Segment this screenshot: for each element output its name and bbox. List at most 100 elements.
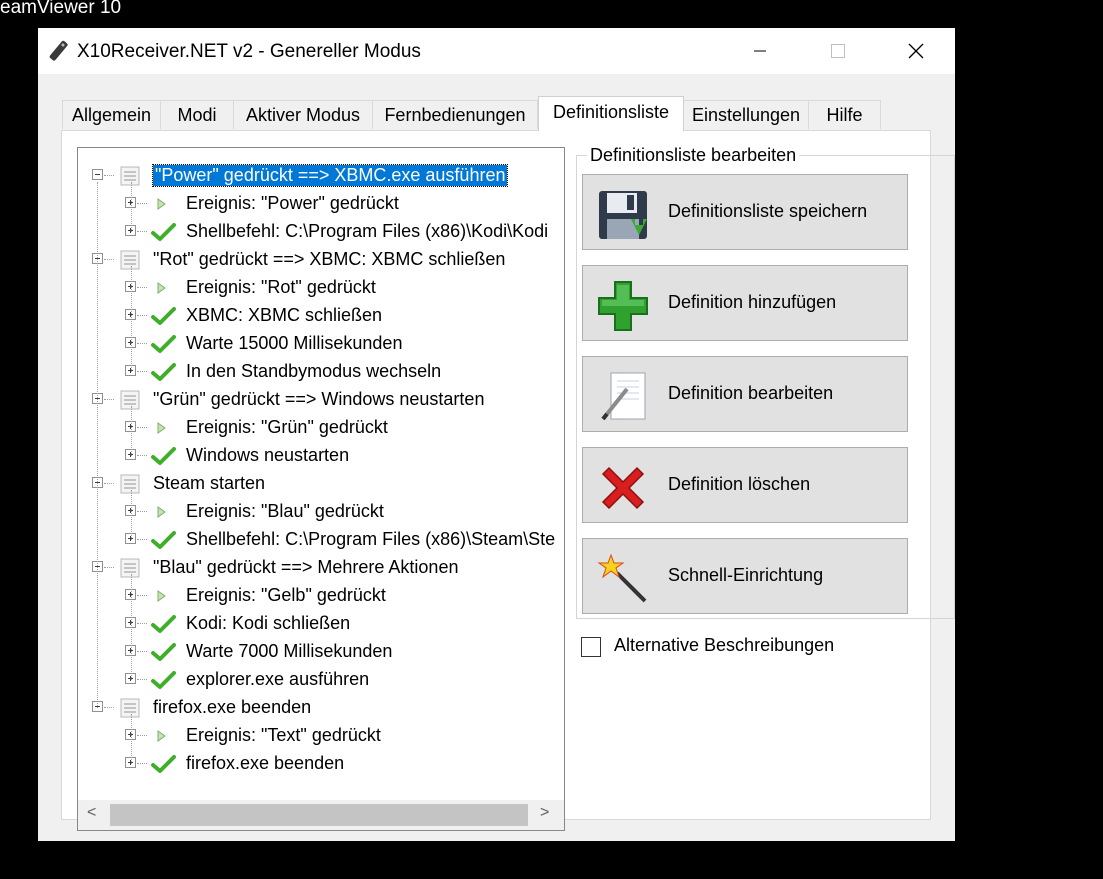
alt-descriptions-checkbox[interactable] — [581, 637, 601, 657]
remote-icon — [49, 40, 68, 61]
tree-child-node[interactable]: Ereignis: "Power" gedrückt — [78, 190, 564, 218]
tree-node[interactable]: firefox.exe beenden — [78, 694, 564, 722]
scroll-right-icon[interactable]: > — [540, 804, 549, 822]
tree-node-label: Ereignis: "Gelb" gedrückt — [186, 585, 386, 605]
title-bar[interactable]: X10Receiver.NET v2 - Genereller Modus — [38, 28, 955, 74]
scroll-thumb[interactable] — [110, 804, 528, 826]
tab-definitionsliste[interactable]: Definitionsliste — [538, 96, 684, 131]
tab-fernbedienungen[interactable]: Fernbedienungen — [372, 100, 538, 129]
tree-node-label: Ereignis: "Rot" gedrückt — [186, 277, 376, 297]
quick-setup-button[interactable]: Schnell-Einrichtung — [582, 538, 908, 614]
tree-node[interactable]: "Rot" gedrückt ==> XBMC: XBMC schließen — [78, 246, 564, 274]
tree-child-node[interactable]: XBMC: XBMC schließen — [78, 302, 564, 330]
tree-child-node[interactable]: Ereignis: "Grün" gedrückt — [78, 414, 564, 442]
tree-child-node[interactable]: firefox.exe beenden — [78, 750, 564, 778]
play-icon — [157, 422, 166, 434]
tree-child-node[interactable]: explorer.exe ausführen — [78, 666, 564, 694]
tree-connector — [131, 182, 132, 232]
edit-definition-button[interactable]: Definition bearbeiten — [582, 356, 908, 432]
tab-einstellungen[interactable]: Einstellungen — [683, 100, 809, 129]
tree-node-label: XBMC: XBMC schließen — [186, 305, 383, 325]
tree-connector — [104, 483, 114, 485]
tree-connector — [137, 427, 147, 429]
tree-node-label: firefox.exe beenden — [153, 697, 312, 717]
check-icon — [151, 447, 176, 465]
tree-connector — [104, 259, 114, 261]
tree-connector — [137, 203, 147, 205]
tree-connector — [137, 623, 147, 625]
tree-node-label: "Rot" gedrückt ==> XBMC: XBMC schließen — [153, 249, 506, 269]
scroll-left-icon[interactable]: < — [87, 804, 96, 822]
quick-setup-label: Schnell-Einrichtung — [668, 565, 824, 585]
list-icon — [120, 698, 140, 718]
edit-definition-label: Definition bearbeiten — [668, 383, 834, 403]
check-icon — [151, 531, 176, 549]
tree-node[interactable]: "Blau" gedrückt ==> Mehrere Aktionen — [78, 554, 564, 582]
tree-connector — [104, 175, 114, 177]
list-icon — [120, 558, 140, 578]
tree-node-label: Windows neustarten — [186, 445, 350, 465]
close-button[interactable] — [877, 28, 955, 74]
check-icon — [151, 223, 176, 241]
floppy-disk-icon — [599, 191, 647, 239]
tree-connector — [104, 399, 114, 401]
tree-child-node[interactable]: Warte 15000 Millisekunden — [78, 330, 564, 358]
check-icon — [151, 671, 176, 689]
tab-hilfe[interactable]: Hilfe — [808, 100, 881, 129]
collapse-icon[interactable] — [92, 169, 103, 180]
tab-aktiver-modus[interactable]: Aktiver Modus — [233, 100, 373, 129]
tree-node[interactable]: "Grün" gedrückt ==> Windows neustarten — [78, 386, 564, 414]
tree-node-label: "Grün" gedrückt ==> Windows neustarten — [153, 389, 485, 409]
tree-child-node[interactable]: Ereignis: "Rot" gedrückt — [78, 274, 564, 302]
tree-connector — [137, 595, 147, 597]
tree-child-node[interactable]: Shellbefehl: C:\Program Files (x86)\Kodi… — [78, 218, 564, 246]
maximize-button[interactable] — [799, 28, 877, 74]
add-definition-button[interactable]: Definition hinzufügen — [582, 265, 908, 341]
list-icon — [120, 250, 140, 270]
alt-descriptions-label[interactable]: Alternative Beschreibungen — [614, 635, 834, 656]
tree-node-label: Shellbefehl: C:\Program Files (x86)\Kodi… — [186, 221, 549, 241]
play-icon — [157, 506, 166, 518]
list-icon — [120, 390, 140, 410]
tree-connector — [137, 287, 147, 289]
tree-child-node[interactable]: Windows neustarten — [78, 442, 564, 470]
play-icon — [157, 730, 166, 742]
tree-connector — [131, 714, 132, 764]
tree-connector — [104, 707, 114, 709]
check-icon — [151, 643, 176, 661]
tree-connector — [97, 182, 98, 708]
tree-child-node[interactable]: Kodi: Kodi schließen — [78, 610, 564, 638]
save-definitions-button[interactable]: Definitionsliste speichern — [582, 174, 908, 250]
save-definitions-label: Definitionsliste speichern — [668, 201, 868, 221]
tab-modi[interactable]: Modi — [160, 100, 234, 129]
red-x-icon — [601, 466, 645, 510]
tree-connector — [137, 763, 147, 765]
check-icon — [151, 363, 176, 381]
delete-definition-button[interactable]: Definition löschen — [582, 447, 908, 523]
tree-child-node[interactable]: Warte 7000 Millisekunden — [78, 638, 564, 666]
tree-connector — [137, 231, 147, 233]
minimize-button[interactable] — [721, 28, 799, 74]
tree-child-node[interactable]: Ereignis: "Text" gedrückt — [78, 722, 564, 750]
tree-node-label: Ereignis: "Power" gedrückt — [186, 193, 399, 213]
list-icon — [120, 474, 140, 494]
tree-child-node[interactable]: Ereignis: "Blau" gedrückt — [78, 498, 564, 526]
close-icon — [908, 43, 924, 59]
tree-connector — [137, 343, 147, 345]
tree-connector — [137, 511, 147, 513]
definitions-tree[interactable]: < > "Power" gedrückt ==> XBMC.exe ausfüh… — [77, 147, 565, 831]
tab-allgemein[interactable]: Allgemein — [62, 100, 161, 129]
tree-node[interactable]: "Power" gedrückt ==> XBMC.exe ausführen — [78, 162, 564, 190]
tree-child-node[interactable]: Ereignis: "Gelb" gedrückt — [78, 582, 564, 610]
tree-node-label: "Blau" gedrückt ==> Mehrere Aktionen — [153, 557, 459, 577]
plus-icon — [598, 281, 648, 331]
play-icon — [157, 198, 166, 210]
tree-node[interactable]: Steam starten — [78, 470, 564, 498]
background-window-title: eamViewer 10 — [0, 0, 122, 18]
tree-child-node[interactable]: Shellbefehl: C:\Program Files (x86)\Stea… — [78, 526, 564, 554]
tree-node-label: firefox.exe beenden — [186, 753, 345, 773]
tree-connector — [137, 651, 147, 653]
horizontal-scrollbar[interactable]: < > — [78, 800, 564, 830]
tree-connector — [104, 567, 114, 569]
tree-child-node[interactable]: In den Standbymodus wechseln — [78, 358, 564, 386]
